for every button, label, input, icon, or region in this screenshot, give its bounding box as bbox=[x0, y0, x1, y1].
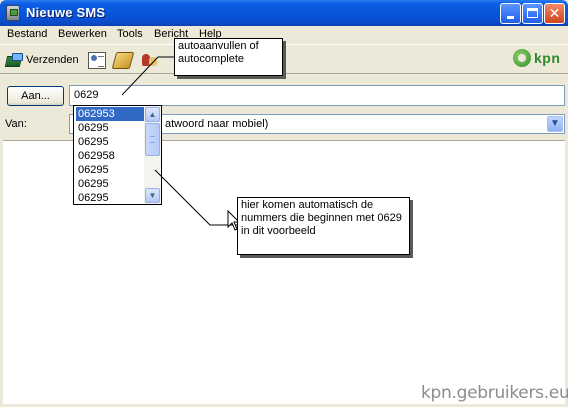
autocomplete-item[interactable]: 06295 bbox=[76, 163, 146, 177]
sms-window: Nieuwe SMS ✕ Bestand Bewerken Tools Beri… bbox=[0, 0, 568, 407]
kpn-logo-text: kpn bbox=[534, 50, 561, 66]
scroll-up-icon[interactable]: ▲ bbox=[145, 107, 160, 122]
scroll-down-icon[interactable]: ▼ bbox=[145, 188, 160, 203]
autocomplete-item[interactable]: 062958 bbox=[76, 149, 146, 163]
kpn-logo-icon bbox=[513, 49, 531, 67]
autocomplete-item[interactable]: 06295 bbox=[76, 121, 146, 135]
address-book-icon[interactable] bbox=[88, 52, 106, 69]
callout-autocomplete: autoaanvullen of autocomplete bbox=[174, 38, 283, 76]
menu-bar: Bestand Bewerken Tools Bericht Help bbox=[0, 26, 568, 44]
menu-tools[interactable]: Tools bbox=[117, 28, 143, 40]
autocomplete-item[interactable]: 06295 bbox=[76, 135, 146, 149]
close-button[interactable]: ✕ bbox=[544, 3, 565, 24]
window-title: Nieuwe SMS bbox=[26, 5, 106, 20]
autocomplete-item[interactable]: 06295 bbox=[76, 177, 146, 191]
to-input[interactable]: 0629 bbox=[69, 85, 565, 106]
send-button[interactable]: Verzenden bbox=[4, 50, 79, 70]
chevron-down-icon[interactable]: ▼ bbox=[547, 116, 563, 132]
menu-bestand[interactable]: Bestand bbox=[7, 28, 47, 40]
maximize-icon bbox=[527, 8, 538, 18]
spellcheck-icon[interactable] bbox=[141, 52, 159, 69]
watermark: kpn.gebruikers.eu bbox=[421, 383, 568, 403]
menu-bewerken[interactable]: Bewerken bbox=[58, 28, 107, 40]
autocomplete-list[interactable]: 062953 06295 06295 062958 06295 06295 06… bbox=[73, 105, 162, 205]
grip-icon bbox=[150, 136, 155, 143]
from-label: Van: bbox=[5, 118, 27, 130]
send-button-label: Verzenden bbox=[26, 54, 79, 66]
kpn-logo: kpn bbox=[513, 49, 560, 67]
send-icon bbox=[4, 52, 23, 68]
autocomplete-scrollbar[interactable]: ▲ ▼ bbox=[144, 106, 161, 204]
book-icon[interactable] bbox=[111, 52, 135, 69]
title-bar[interactable]: Nieuwe SMS ✕ bbox=[0, 0, 568, 26]
callout-explanation: hier komen automatisch de nummers die be… bbox=[237, 197, 410, 255]
autocomplete-item[interactable]: 062953 bbox=[76, 107, 146, 121]
close-icon: ✕ bbox=[548, 5, 561, 21]
scroll-thumb[interactable] bbox=[145, 123, 160, 156]
from-select-value: atwoord naar mobiel) bbox=[165, 118, 269, 130]
app-icon bbox=[6, 5, 20, 21]
to-button[interactable]: Aan... bbox=[7, 86, 64, 106]
minimize-button[interactable] bbox=[500, 3, 521, 24]
autocomplete-item[interactable]: 06295 bbox=[76, 191, 146, 205]
toolbar: Verzenden kpn bbox=[0, 44, 568, 74]
minimize-icon bbox=[507, 16, 514, 19]
maximize-button[interactable] bbox=[522, 3, 543, 24]
